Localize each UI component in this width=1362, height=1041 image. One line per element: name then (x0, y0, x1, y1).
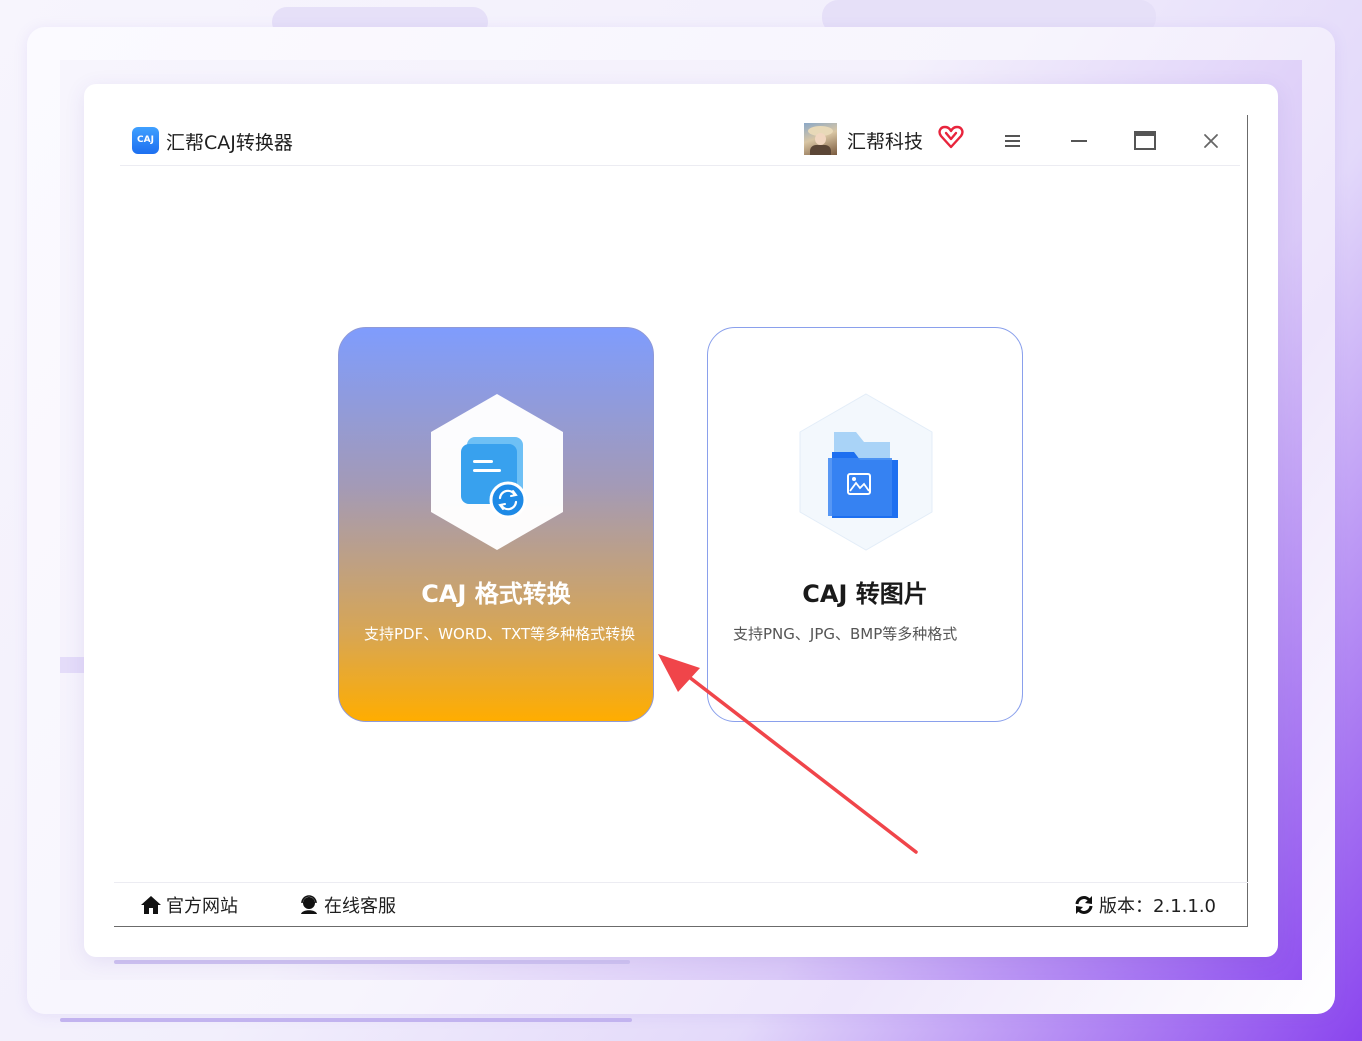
card-title: CAJ 格式转换 (421, 580, 571, 608)
window-edge-line (1247, 115, 1248, 927)
heart-vip-icon[interactable] (938, 124, 964, 150)
app-title: 汇帮CAJ转换器 (166, 132, 293, 154)
card-description: 支持PNG、JPG、BMP等多种格式 (733, 625, 958, 643)
maximize-icon[interactable] (1129, 125, 1161, 157)
caj-to-image-card[interactable]: CAJ 转图片 支持PNG、JPG、BMP等多种格式 (707, 327, 1023, 722)
footer-bar: 官方网站 在线客服 版本：2.1.1.0 (114, 882, 1248, 926)
image-folder-icon (799, 393, 933, 551)
caj-app-logo-icon: CAJ (132, 127, 159, 154)
avatar[interactable] (804, 123, 837, 155)
window-edge-line (114, 926, 1248, 927)
version-info: 版本：2.1.1.0 (1073, 892, 1216, 918)
online-service-label: 在线客服 (324, 896, 396, 917)
user-name[interactable]: 汇帮科技 (847, 127, 923, 154)
online-service-link[interactable]: 在线客服 (298, 892, 396, 918)
card-title: CAJ 转图片 (802, 580, 928, 608)
document-convert-icon (431, 394, 563, 550)
refresh-icon[interactable] (1073, 894, 1095, 916)
menu-icon[interactable] (996, 125, 1028, 157)
official-site-label: 官方网站 (166, 896, 238, 917)
caj-format-convert-card[interactable]: CAJ 格式转换 支持PDF、WORD、TXT等多种格式转换 (338, 327, 654, 722)
decor-underline (114, 960, 630, 964)
title-bar: CAJ 汇帮CAJ转换器 汇帮科技 (120, 115, 1240, 166)
customer-service-icon (301, 895, 317, 914)
version-label: 版本：2.1.1.0 (1099, 896, 1216, 917)
close-icon[interactable] (1195, 125, 1227, 157)
home-icon (141, 896, 161, 914)
frame-decor-tab (60, 657, 86, 673)
official-site-link[interactable]: 官方网站 (140, 892, 238, 918)
app-window (84, 84, 1278, 957)
decor-underline (60, 1018, 632, 1022)
card-description: 支持PDF、WORD、TXT等多种格式转换 (364, 625, 636, 643)
minimize-icon[interactable] (1063, 125, 1095, 157)
